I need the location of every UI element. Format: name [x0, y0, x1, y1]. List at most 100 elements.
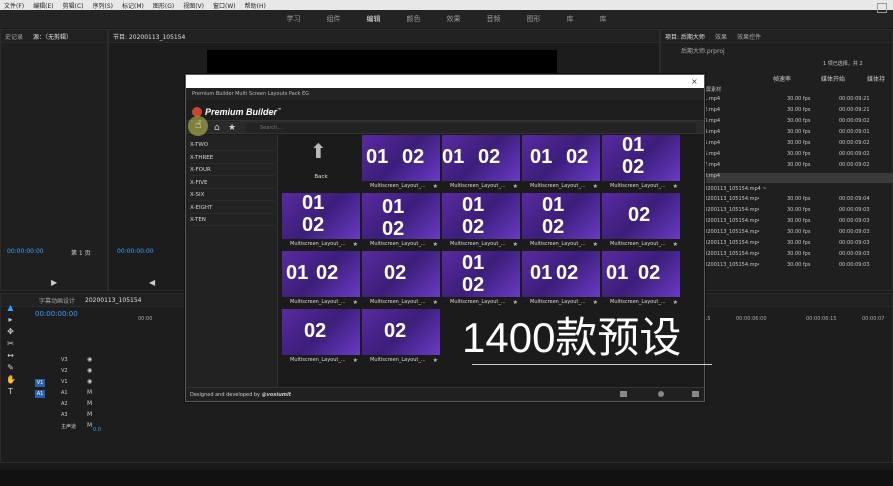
- track-header[interactable]: 主声道 M: [35, 422, 135, 432]
- favorite-star-icon[interactable]: ★: [673, 298, 678, 307]
- preset-tile[interactable]: 01 02 Multiscreen_Layout_... ★: [362, 135, 440, 191]
- track-select-icon[interactable]: ▸: [6, 316, 15, 324]
- back-tile[interactable]: ⬆ Back: [282, 135, 360, 191]
- footer-author[interactable]: @voxiumlt: [262, 392, 292, 398]
- favorite-star-icon[interactable]: ★: [513, 240, 518, 249]
- preset-tile[interactable]: 01 02 Multiscreen_Layout_... ★: [522, 193, 600, 249]
- workspace-tab[interactable]: 编辑: [367, 14, 381, 24]
- preset-tile[interactable]: 02 Multiscreen_Layout_... ★: [282, 309, 360, 365]
- menu-item[interactable]: 标记(M): [122, 1, 144, 10]
- razor-icon[interactable]: ✂: [6, 340, 15, 348]
- workspace-tab[interactable]: 库: [600, 14, 607, 24]
- category-item[interactable]: X-SIX: [190, 189, 274, 201]
- size-slider-knob[interactable]: [658, 391, 664, 397]
- bin-label-2[interactable]: 20200113_105154.mp4 ~: [701, 186, 767, 192]
- track-header[interactable]: A1 A1 M: [35, 389, 135, 399]
- track-header[interactable]: A3 M: [35, 411, 135, 421]
- tab-sequence[interactable]: 20200113_105154: [85, 297, 141, 304]
- tab-program[interactable]: 节目: 20200113_105154: [113, 32, 185, 41]
- track-header[interactable]: V2 ◉: [35, 367, 135, 377]
- project-tab[interactable]: 效果控件: [737, 32, 761, 41]
- project-item[interactable]: 20200113_105154.mp4 30.00 fps 00:00:09:03: [694, 262, 893, 272]
- tab-source[interactable]: 源：（无剪辑）: [33, 32, 72, 41]
- category-item[interactable]: X-FIVE: [190, 177, 274, 189]
- menu-item[interactable]: 序列(S): [93, 1, 114, 10]
- favorite-star-icon[interactable]: ★: [433, 240, 438, 249]
- favorite-star-icon[interactable]: ★: [433, 182, 438, 191]
- favorite-star-icon[interactable]: ★: [593, 240, 598, 249]
- project-item[interactable]: a6.mp4 30.00 fps 00:00:09:02: [694, 151, 893, 161]
- menu-item[interactable]: 剪辑(C): [63, 1, 84, 10]
- menu-item[interactable]: 帮助(H): [245, 1, 266, 10]
- list-view-icon[interactable]: [620, 391, 627, 397]
- workspace-tab[interactable]: 组件: [327, 14, 341, 24]
- project-item[interactable]: 20200113_105154.mp4 30.00 fps 00:00:09:04: [694, 196, 893, 206]
- preset-tile[interactable]: 01 02 Multiscreen_Layout_... ★: [282, 251, 360, 307]
- pen-icon[interactable]: ✎: [6, 364, 15, 372]
- workspace-tab[interactable]: 学习: [287, 14, 301, 24]
- mute-icon[interactable]: M: [87, 411, 92, 418]
- preset-tile[interactable]: 01 02 Multiscreen_Layout_... ★: [442, 135, 520, 191]
- category-item[interactable]: X-TWO: [190, 139, 274, 151]
- preset-tile[interactable]: 01 02 Multiscreen_Layout_... ★: [522, 135, 600, 191]
- favorite-star-icon[interactable]: ★: [673, 182, 678, 191]
- favorite-star-icon[interactable]: ★: [433, 298, 438, 307]
- favorite-star-icon[interactable]: ★: [513, 298, 518, 307]
- home-icon[interactable]: ⌂: [214, 122, 220, 134]
- timeline-timecode[interactable]: 00:00:00:00: [35, 310, 78, 318]
- search-input[interactable]: [246, 123, 696, 133]
- close-icon[interactable]: ×: [691, 78, 698, 86]
- mute-icon[interactable]: M: [87, 422, 92, 429]
- project-tab[interactable]: 项目: 后期大师: [665, 32, 705, 41]
- track-header[interactable]: A2 M: [35, 400, 135, 410]
- menu-item[interactable]: 窗口(W): [213, 1, 236, 10]
- favorite-star-icon[interactable]: ★: [353, 240, 358, 249]
- favorite-star-icon[interactable]: ★: [353, 356, 358, 365]
- project-item[interactable]: a2.mp4 30.00 fps 00:00:09:21: [694, 107, 893, 117]
- favorite-star-icon[interactable]: ★: [593, 182, 598, 191]
- mute-icon[interactable]: M: [87, 400, 92, 407]
- slip-icon[interactable]: ↔: [6, 352, 15, 360]
- menu-item[interactable]: 图形(G): [153, 1, 174, 10]
- master-volume[interactable]: 0.0: [93, 427, 101, 433]
- col-duration[interactable]: 媒体持: [867, 74, 885, 83]
- track-header[interactable]: V1 V1 ◉: [35, 378, 135, 388]
- workspace-tab[interactable]: 颜色: [407, 14, 421, 24]
- project-item[interactable]: a5.mp4 30.00 fps 00:00:09:02: [694, 140, 893, 150]
- mute-icon[interactable]: M: [87, 389, 92, 396]
- menu-item[interactable]: 编辑(E): [33, 1, 53, 10]
- workspace-tab[interactable]: 效果: [447, 14, 461, 24]
- eye-icon[interactable]: ◉: [87, 367, 92, 374]
- project-item[interactable]: 20200113_105154.mp4 30.00 fps 00:00:09:03: [694, 207, 893, 217]
- tab-sequence-lib[interactable]: 字幕动画设计: [39, 296, 75, 305]
- favorite-star-icon[interactable]: ★: [513, 182, 518, 191]
- selection-tool-icon[interactable]: ▲: [6, 304, 15, 312]
- preset-tile[interactable]: 01 02 Multiscreen_Layout_... ★: [282, 193, 360, 249]
- preset-tile[interactable]: 01 02 Multiscreen_Layout_... ★: [442, 251, 520, 307]
- workspace-tab[interactable]: 图形: [527, 14, 541, 24]
- tab-history[interactable]: 史记录: [5, 32, 23, 41]
- source-timecode[interactable]: 00:00:00:00: [7, 248, 44, 255]
- favorite-star-icon[interactable]: ★: [353, 298, 358, 307]
- preset-tile[interactable]: 02 Multiscreen_Layout_... ★: [602, 193, 680, 249]
- track-header[interactable]: V3 ◉: [35, 356, 135, 366]
- project-item[interactable]: a4.mp4 30.00 fps 00:00:09:01: [694, 129, 893, 139]
- project-item[interactable]: 20200113_105154.mp4 30.00 fps 00:00:09:03: [694, 251, 893, 261]
- export-icon[interactable]: [877, 3, 887, 13]
- menu-item[interactable]: 文件(F): [4, 1, 24, 10]
- workspace-tab[interactable]: 库: [567, 14, 574, 24]
- project-item[interactable]: 20200113_105154.mp4 30.00 fps 00:00:09:03: [694, 229, 893, 239]
- hand-icon[interactable]: ✋: [6, 376, 16, 384]
- track-target-badge[interactable]: A1: [35, 390, 45, 398]
- preset-tile[interactable]: 01 02 Multiscreen_Layout_... ★: [602, 135, 680, 191]
- preset-tile[interactable]: 02 Multiscreen_Layout_... ★: [362, 309, 440, 365]
- project-tab[interactable]: 效果: [715, 32, 727, 41]
- col-fps[interactable]: 帧速率: [773, 74, 791, 83]
- grid-view-icon[interactable]: [692, 391, 699, 397]
- project-item[interactable]: a3.mp4 30.00 fps 00:00:09:02: [694, 118, 893, 128]
- project-item[interactable]: a7.mp4 30.00 fps 00:00:09:02: [694, 162, 893, 172]
- col-start[interactable]: 媒体开始: [821, 74, 845, 83]
- menu-item[interactable]: 视图(V): [183, 1, 204, 10]
- project-item[interactable]: a8.mp4: [694, 173, 893, 183]
- ripple-edit-icon[interactable]: ✥: [6, 328, 15, 336]
